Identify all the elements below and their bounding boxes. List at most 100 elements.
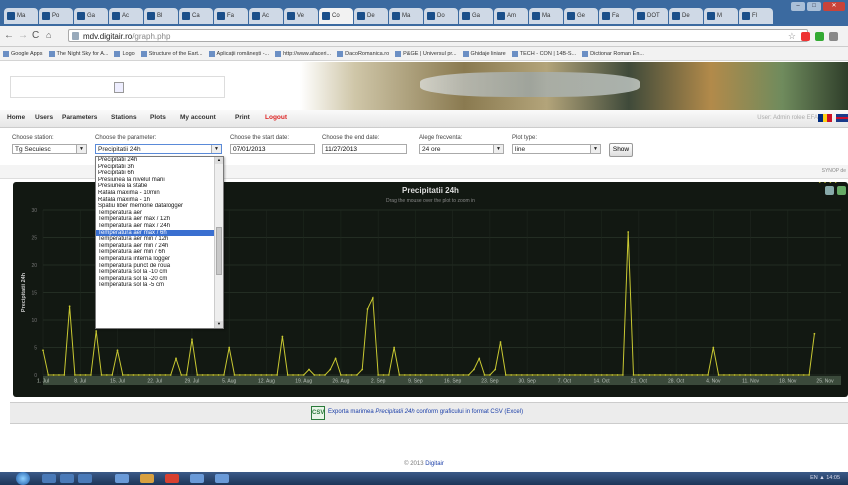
data-point[interactable]	[627, 231, 630, 233]
data-point[interactable]	[47, 374, 50, 376]
bookmark-item[interactable]: Dictionar Roman En...	[582, 50, 644, 57]
browser-tab[interactable]: Bl	[144, 8, 178, 24]
data-point[interactable]	[425, 374, 427, 376]
data-point[interactable]	[52, 374, 55, 376]
show-button[interactable]: Show	[609, 143, 633, 157]
data-point[interactable]	[207, 374, 209, 376]
data-point[interactable]	[776, 374, 779, 376]
bookmark-item[interactable]: Logo	[114, 50, 135, 57]
data-point[interactable]	[621, 374, 624, 376]
data-point[interactable]	[159, 374, 161, 376]
data-point[interactable]	[675, 374, 677, 376]
back-arrow-icon[interactable]: ←	[4, 30, 14, 41]
data-point[interactable]	[818, 182, 821, 183]
data-point[interactable]	[435, 374, 438, 376]
data-point[interactable]	[744, 374, 747, 376]
scroll-up-icon[interactable]: ▲	[215, 157, 223, 164]
data-point[interactable]	[829, 182, 832, 183]
menu-parameters[interactable]: Parameters	[62, 114, 97, 121]
browser-tab[interactable]: Co	[319, 8, 353, 24]
data-point[interactable]	[754, 374, 757, 376]
dropdown-option[interactable]: Presiunea la nivelul marii	[96, 177, 214, 184]
data-point[interactable]	[185, 374, 188, 376]
data-point[interactable]	[606, 374, 608, 376]
data-point[interactable]	[669, 374, 672, 376]
export-csv-link[interactable]: Exporta marimea Precipitatii 24h conform…	[328, 409, 523, 415]
data-point[interactable]	[536, 374, 539, 376]
data-point[interactable]	[494, 368, 497, 371]
dropdown-option[interactable]: Temperatura aer min / 12h	[96, 236, 214, 243]
data-point[interactable]	[95, 330, 98, 332]
chart-print-icon[interactable]	[825, 186, 834, 195]
data-point[interactable]	[515, 374, 518, 376]
data-point[interactable]	[563, 374, 566, 376]
data-point[interactable]	[611, 374, 614, 376]
data-point[interactable]	[685, 374, 688, 376]
data-point[interactable]	[350, 374, 353, 376]
data-point[interactable]	[238, 374, 241, 376]
taskbar-app-icon[interactable]	[140, 474, 154, 483]
dropdown-option[interactable]: Temperatura interna logger	[96, 256, 214, 263]
data-point[interactable]	[265, 374, 268, 376]
data-point[interactable]	[749, 374, 752, 376]
browser-tab[interactable]: Ac	[109, 8, 143, 24]
data-point[interactable]	[79, 374, 82, 376]
parameter-dropdown-list[interactable]: Precipitatii 24h Precipitatii 3h Precipita…	[95, 156, 224, 329]
data-point[interactable]	[691, 374, 693, 376]
data-point[interactable]	[723, 374, 725, 376]
data-point[interactable]	[270, 374, 273, 376]
data-point[interactable]	[313, 374, 316, 376]
data-point[interactable]	[733, 374, 736, 376]
data-point[interactable]	[781, 374, 784, 376]
browser-tab[interactable]: De	[354, 8, 388, 24]
data-point[interactable]	[574, 374, 576, 376]
dropdown-scrollbar[interactable]: ▲ ▼	[214, 157, 223, 328]
data-point[interactable]	[68, 305, 71, 308]
menu-home[interactable]: Home	[7, 114, 25, 121]
dropdown-option[interactable]: Temperatura aer	[96, 210, 214, 217]
data-point[interactable]	[387, 374, 390, 376]
data-point[interactable]	[302, 374, 305, 376]
menu-print[interactable]: Print	[235, 114, 250, 121]
dropdown-option[interactable]: Rafala maxima - 10min	[96, 190, 214, 197]
browser-tab[interactable]: Fl	[739, 8, 773, 24]
browser-tab[interactable]: Ge	[564, 8, 598, 24]
data-point[interactable]	[233, 374, 236, 376]
data-point[interactable]	[520, 374, 523, 376]
data-point[interactable]	[334, 357, 337, 360]
taskbar-app-icon[interactable]	[115, 474, 129, 483]
data-point[interactable]	[441, 374, 443, 376]
data-point[interactable]	[318, 374, 321, 376]
data-point[interactable]	[770, 374, 773, 376]
dropdown-option[interactable]: Temperatura aer max / 24h	[96, 223, 214, 230]
data-point[interactable]	[371, 297, 374, 299]
data-point[interactable]	[180, 374, 183, 376]
dropdown-option[interactable]: Temperatura sol la -20 cm	[96, 276, 214, 283]
data-point[interactable]	[377, 374, 380, 376]
data-point[interactable]	[664, 374, 667, 376]
data-point[interactable]	[510, 374, 513, 376]
dropdown-option[interactable]: Temperatura punct de roua	[96, 263, 214, 270]
taskbar-app-icon[interactable]	[60, 474, 74, 483]
browser-tab[interactable]: Po	[39, 8, 73, 24]
scroll-down-icon[interactable]: ▼	[215, 321, 223, 328]
data-point[interactable]	[824, 182, 826, 183]
data-point[interactable]	[430, 374, 433, 376]
data-point[interactable]	[217, 374, 220, 376]
forward-arrow-icon[interactable]: →	[18, 30, 28, 41]
romanian-flag-icon[interactable]	[818, 114, 833, 122]
data-point[interactable]	[355, 374, 358, 376]
data-point[interactable]	[89, 374, 92, 376]
data-point[interactable]	[834, 182, 837, 183]
data-point[interactable]	[728, 374, 731, 376]
data-point[interactable]	[739, 374, 741, 376]
data-point[interactable]	[595, 374, 598, 376]
bookmark-item[interactable]: Google Apps	[3, 50, 43, 57]
taskbar-app-icon[interactable]	[215, 474, 229, 483]
browser-tab[interactable]: Ac	[249, 8, 283, 24]
data-point[interactable]	[600, 374, 603, 376]
data-point[interactable]	[244, 374, 247, 376]
station-select[interactable]: Tg Secuiesc ▼	[12, 144, 87, 154]
browser-tab[interactable]: Fa	[599, 8, 633, 24]
bookmark-item[interactable]: TECH - CON | 14B-S...	[511, 50, 576, 57]
